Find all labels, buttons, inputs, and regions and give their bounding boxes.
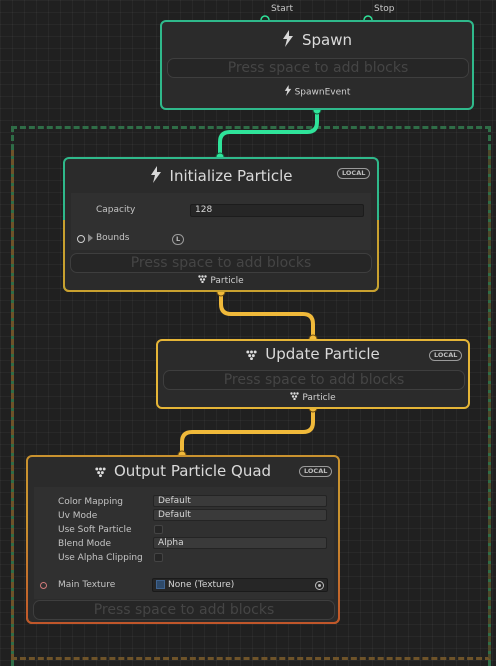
update-local-badge[interactable]: LOCAL <box>429 350 463 361</box>
output-title-text: Output Particle Quad <box>113 462 272 480</box>
update-particle-output: Particle <box>158 392 468 403</box>
output-local-badge[interactable]: LOCAL <box>299 466 333 477</box>
bounds-port[interactable] <box>77 235 85 243</box>
capacity-field[interactable]: 128 <box>190 204 364 217</box>
spawn-node[interactable]: Spawn Press space to add blocks SpawnEve… <box>160 20 474 110</box>
output-add-blocks-area[interactable]: Press space to add blocks <box>33 600 335 620</box>
lightning-icon <box>284 85 292 99</box>
update-particle-label: Particle <box>302 393 336 403</box>
init-add-blocks-area[interactable]: Press space to add blocks <box>70 253 372 273</box>
initialize-particle-node[interactable]: Initialize Particle LOCAL Capacity 128 B… <box>63 157 379 292</box>
update-add-blocks-area[interactable]: Press space to add blocks <box>163 370 465 390</box>
main-texture-label: Main Texture <box>58 580 116 590</box>
update-particle-node[interactable]: Update Particle LOCAL Press space to add… <box>156 339 470 409</box>
init-particle-label: Particle <box>210 276 244 286</box>
spawn-add-blocks-area[interactable]: Press space to add blocks <box>167 58 469 78</box>
particle-dots-icon <box>246 346 257 364</box>
output-particle-quad-node[interactable]: Output Particle Quad LOCAL Color Mapping… <box>26 455 340 624</box>
output-title: Output Particle Quad <box>28 462 338 481</box>
init-local-badge[interactable]: LOCAL <box>337 168 371 179</box>
soft-particle-checkbox[interactable] <box>154 525 163 534</box>
main-texture-object-field[interactable]: None (Texture) <box>152 578 328 592</box>
spawn-event-output: SpawnEvent <box>162 85 472 99</box>
color-mapping-label: Color Mapping <box>58 497 123 507</box>
soft-particle-label: Use Soft Particle <box>58 525 132 535</box>
init-particle-output: Particle <box>65 275 377 286</box>
spawn-stop-label: Stop <box>374 4 395 14</box>
particle-dots-icon <box>290 392 300 403</box>
uv-mode-dropdown[interactable]: Default <box>153 509 327 521</box>
spawn-title-text: Spawn <box>301 31 352 49</box>
spawn-start-label: Start <box>271 4 293 14</box>
color-mapping-dropdown[interactable]: Default <box>153 495 327 507</box>
particle-dots-icon <box>95 463 106 481</box>
particle-dots-icon <box>198 275 208 286</box>
spawn-title: Spawn <box>162 30 472 51</box>
uv-mode-label: Uv Mode <box>58 511 98 521</box>
alpha-clipping-label: Use Alpha Clipping <box>58 553 143 563</box>
bounds-label: Bounds <box>96 233 130 243</box>
lightning-icon <box>282 30 294 51</box>
update-title: Update Particle <box>158 345 468 364</box>
lightning-icon <box>150 166 162 187</box>
alpha-clipping-checkbox[interactable] <box>154 553 163 562</box>
main-texture-port[interactable] <box>40 582 47 589</box>
capacity-label: Capacity <box>96 205 136 215</box>
object-picker-icon[interactable] <box>315 581 324 590</box>
init-title-text: Initialize Particle <box>169 167 293 185</box>
init-title: Initialize Particle <box>65 166 377 187</box>
bounds-space-badge[interactable]: L <box>172 234 185 245</box>
texture-icon <box>156 580 165 589</box>
spawn-event-label: SpawnEvent <box>294 87 351 98</box>
main-texture-value: None (Texture) <box>168 580 235 590</box>
blend-mode-dropdown[interactable]: Alpha <box>153 537 327 549</box>
update-title-text: Update Particle <box>265 345 380 363</box>
bounds-expand-icon[interactable] <box>88 234 93 242</box>
blend-mode-label: Blend Mode <box>58 539 112 549</box>
